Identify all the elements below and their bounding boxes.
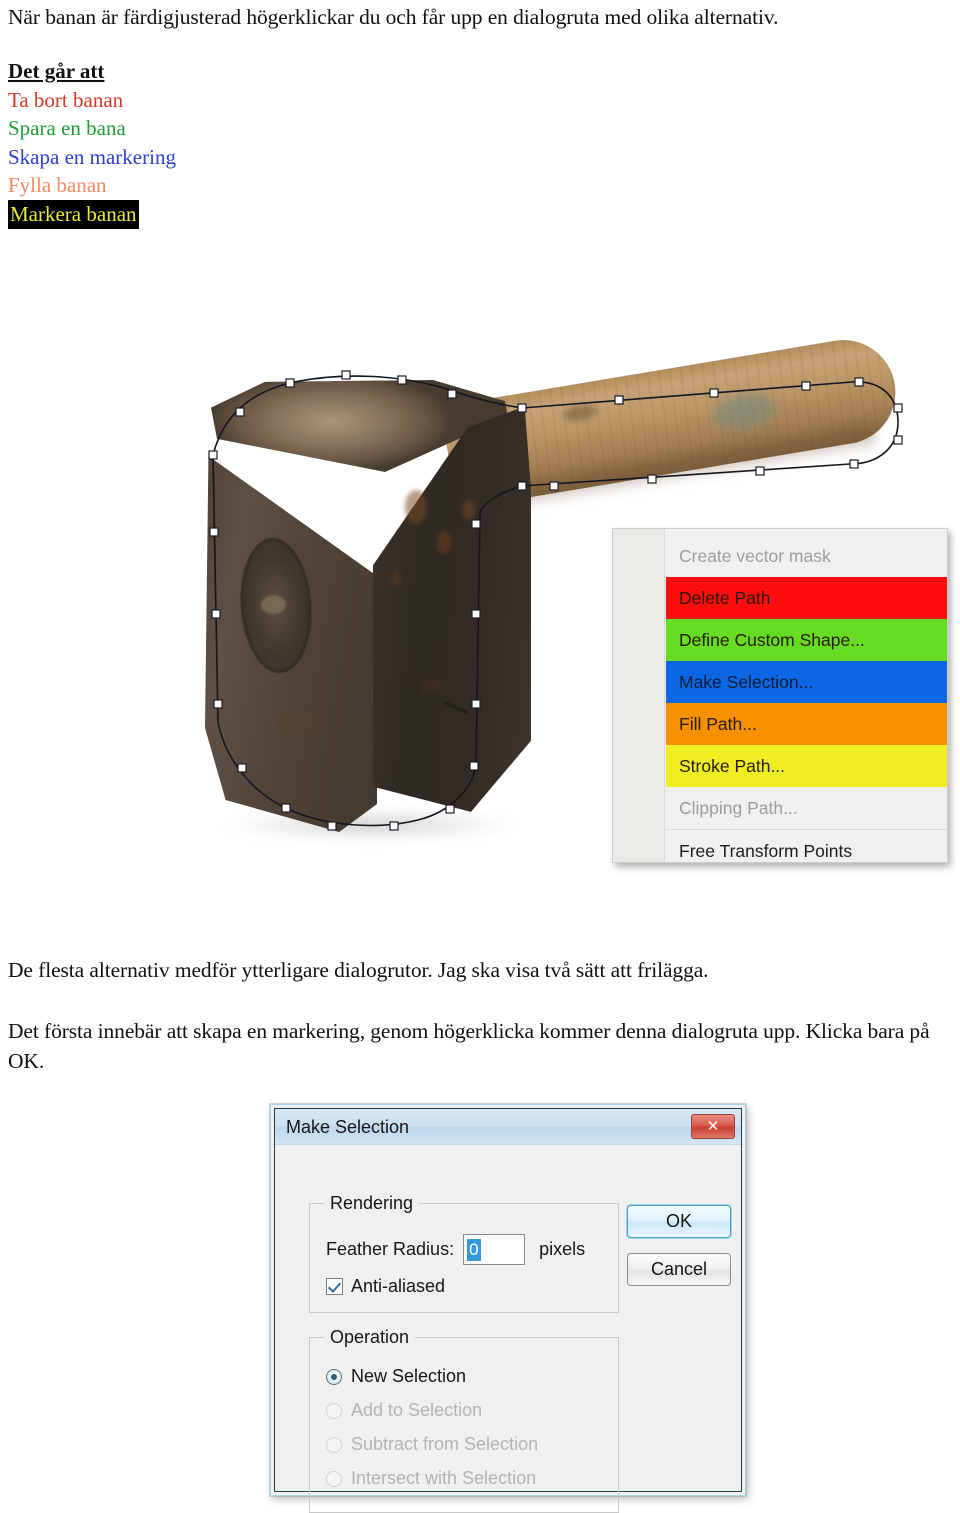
option-item: Spara en bana — [8, 116, 126, 140]
anti-aliased-label: Anti-aliased — [351, 1276, 446, 1296]
dialog-title: Make Selection — [286, 1117, 410, 1137]
options-block: Det går att Ta bort banan Spara en bana … — [8, 57, 176, 229]
paragraph-most-options: De flesta alternativ medför ytterligare … — [8, 958, 709, 982]
radio-label: New Selection — [351, 1366, 467, 1386]
menu-item-free-transform-points[interactable]: Free Transform Points — [666, 829, 947, 871]
radio-icon[interactable] — [326, 1402, 342, 1419]
menu-item-stroke-path[interactable]: Stroke Path... — [666, 745, 947, 787]
rust-spot — [463, 500, 475, 520]
rust-spot — [437, 530, 451, 554]
feather-radius-value: 0 — [467, 1239, 481, 1261]
radio-icon[interactable] — [326, 1470, 342, 1487]
menu-icon-gutter — [613, 529, 665, 862]
radio-icon[interactable] — [326, 1368, 342, 1385]
options-heading: Det går att — [8, 59, 105, 83]
option-item: Fylla banan — [8, 173, 107, 197]
menu-item-delete-path[interactable]: Delete Path — [666, 577, 947, 619]
radio-subtract-from-selection[interactable]: Subtract from Selection — [326, 1434, 538, 1455]
menu-item-create-vector-mask[interactable]: Create vector mask — [666, 535, 947, 577]
rust-spot — [391, 570, 401, 586]
radio-add-to-selection[interactable]: Add to Selection — [326, 1400, 482, 1421]
radio-intersect-with-selection[interactable]: Intersect with Selection — [326, 1468, 536, 1489]
option-item: Ta bort banan — [8, 87, 124, 112]
cancel-button[interactable]: Cancel — [627, 1253, 731, 1286]
operation-legend: Operation — [324, 1327, 416, 1348]
rust-spot — [277, 710, 323, 736]
feather-radius-row: Feather Radius: 0 pixels — [326, 1234, 585, 1265]
menu-item-clipping-path[interactable]: Clipping Path... — [666, 787, 947, 829]
ok-button[interactable]: OK — [627, 1205, 731, 1238]
dialog-titlebar: Make Selection ✕ — [275, 1109, 741, 1145]
feather-radius-label: Feather Radius: — [326, 1239, 455, 1259]
rust-spot — [405, 490, 427, 524]
radio-new-selection[interactable]: New Selection — [326, 1366, 466, 1387]
radio-label: Intersect with Selection — [351, 1468, 537, 1488]
rendering-group: Rendering Feather Radius: 0 pixels Anti-… — [309, 1193, 619, 1313]
make-selection-dialog: Make Selection ✕ Rendering Feather Radiu… — [270, 1104, 746, 1513]
anti-aliased-row[interactable]: Anti-aliased — [326, 1276, 445, 1297]
checkbox-icon[interactable] — [326, 1278, 343, 1295]
menu-item-make-selection[interactable]: Make Selection... — [666, 661, 947, 703]
option-item: Skapa en markering — [8, 144, 176, 169]
operation-group: Operation New Selection Add to Selection… — [309, 1327, 619, 1513]
close-icon[interactable]: ✕ — [691, 1114, 735, 1139]
rendering-legend: Rendering — [324, 1193, 420, 1214]
rust-spot — [419, 680, 447, 694]
hammer-head — [205, 380, 531, 835]
menu-item-fill-path[interactable]: Fill Path... — [666, 703, 947, 745]
radio-label: Add to Selection — [351, 1400, 483, 1420]
intro-paragraph: När banan är färdigjusterad högerklickar… — [8, 5, 779, 29]
path-context-menu[interactable]: Create vector mask Delete Path Define Cu… — [612, 528, 948, 863]
dialog-frame: Make Selection ✕ Rendering Feather Radiu… — [274, 1108, 742, 1513]
radio-icon[interactable] — [326, 1436, 342, 1453]
feather-radius-input[interactable]: 0 — [463, 1234, 526, 1265]
paragraph-first-method: Det första innebär att skapa en markerin… — [8, 1019, 930, 1073]
feather-radius-units: pixels — [539, 1239, 586, 1259]
option-item-highlighted: Markera banan — [8, 199, 139, 229]
menu-item-define-custom-shape[interactable]: Define Custom Shape... — [666, 619, 947, 661]
radio-label: Subtract from Selection — [351, 1434, 539, 1454]
menu-item-list: Create vector mask Delete Path Define Cu… — [666, 535, 947, 862]
